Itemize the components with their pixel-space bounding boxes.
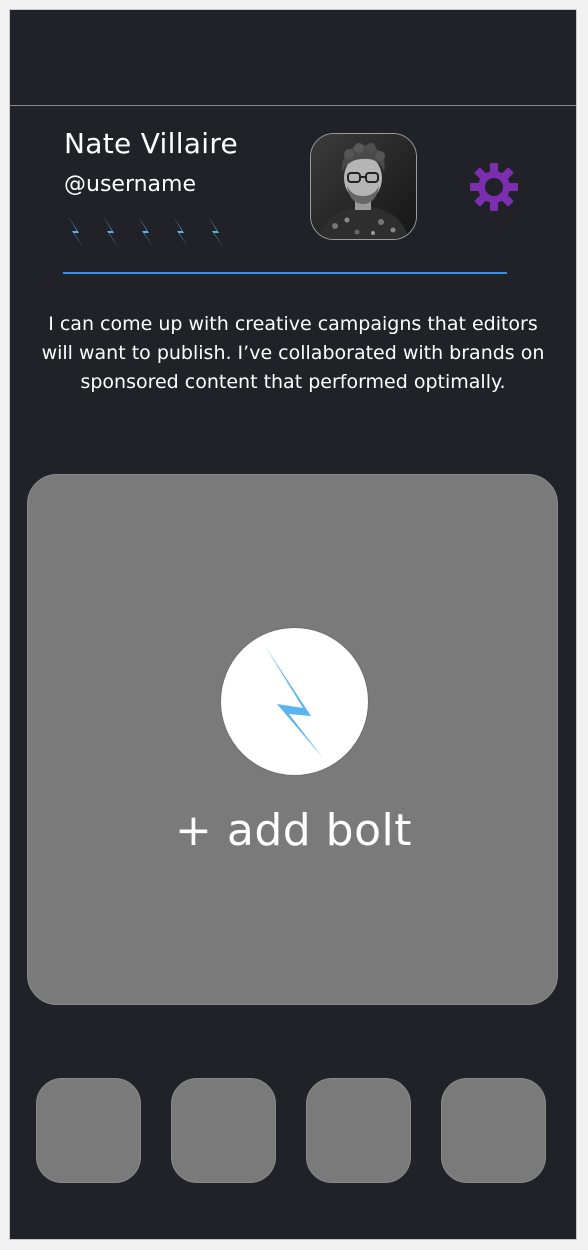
top-bar: [10, 10, 576, 106]
rating-bolt-icon: [103, 216, 119, 248]
rating-bolt-icon: [68, 216, 84, 248]
profile-bio: I can come up with creative campaigns th…: [41, 313, 545, 393]
bolt-thumbnail[interactable]: [171, 1078, 276, 1183]
profile-screen: Nate Villaire @username I can come up wi…: [9, 9, 577, 1240]
add-bolt-button[interactable]: [220, 627, 369, 776]
bolt-rating: [64, 215, 228, 249]
add-bolt-card[interactable]: + add bolt: [27, 474, 558, 1005]
gear-icon[interactable]: [468, 161, 520, 213]
rating-bolt-icon: [208, 216, 224, 248]
bolt-thumbnail[interactable]: [441, 1078, 546, 1183]
lightning-bolt-icon: [265, 646, 323, 758]
profile-name: Nate Villaire: [64, 127, 239, 160]
bolt-thumbnail[interactable]: [36, 1078, 141, 1183]
profile-divider: [63, 272, 507, 274]
avatar-photo: [311, 134, 416, 239]
add-bolt-label[interactable]: + add bolt: [28, 805, 559, 856]
profile-username: @username: [64, 172, 196, 197]
avatar[interactable]: [310, 133, 417, 240]
rating-bolt-icon: [173, 216, 189, 248]
rating-bolt-icon: [138, 216, 154, 248]
bolt-thumbnail[interactable]: [306, 1078, 411, 1183]
